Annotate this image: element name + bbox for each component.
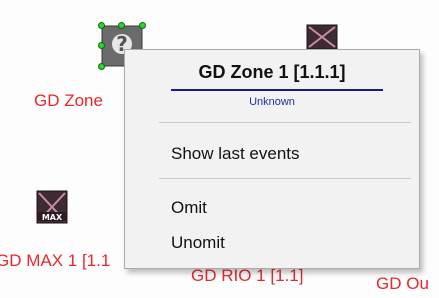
device-label: GD RIO 1 [1.1] bbox=[191, 266, 304, 285]
menu-separator bbox=[159, 178, 411, 179]
context-menu: GD Zone 1 [1.1.1] Unknown Show last even… bbox=[124, 49, 420, 269]
wireless-device-icon bbox=[306, 24, 338, 50]
selection-handle[interactable] bbox=[98, 42, 105, 49]
selection-handle[interactable] bbox=[98, 63, 105, 70]
context-menu-subtitle: Unknown bbox=[249, 96, 295, 108]
menu-item-unomit[interactable]: Unomit bbox=[171, 233, 225, 253]
selection-handle[interactable] bbox=[139, 22, 146, 29]
selection-handle[interactable] bbox=[118, 22, 125, 29]
title-underline bbox=[171, 89, 383, 91]
max-device[interactable]: MAX bbox=[36, 190, 68, 224]
wireless-device[interactable] bbox=[306, 24, 338, 50]
menu-item-show-last-events[interactable]: Show last events bbox=[171, 144, 300, 164]
context-menu-title: GD Zone 1 [1.1.1] bbox=[198, 62, 346, 82]
menu-separator bbox=[159, 122, 411, 123]
menu-item-omit[interactable]: Omit bbox=[171, 198, 207, 218]
selection-handle[interactable] bbox=[98, 22, 105, 29]
device-label: GD Ou bbox=[376, 274, 429, 293]
device-label: GD MAX 1 [1.1 bbox=[0, 251, 111, 270]
device-label: GD Zone bbox=[34, 91, 103, 110]
svg-text:MAX: MAX bbox=[42, 213, 63, 222]
wireless-device-icon: MAX bbox=[36, 190, 68, 224]
